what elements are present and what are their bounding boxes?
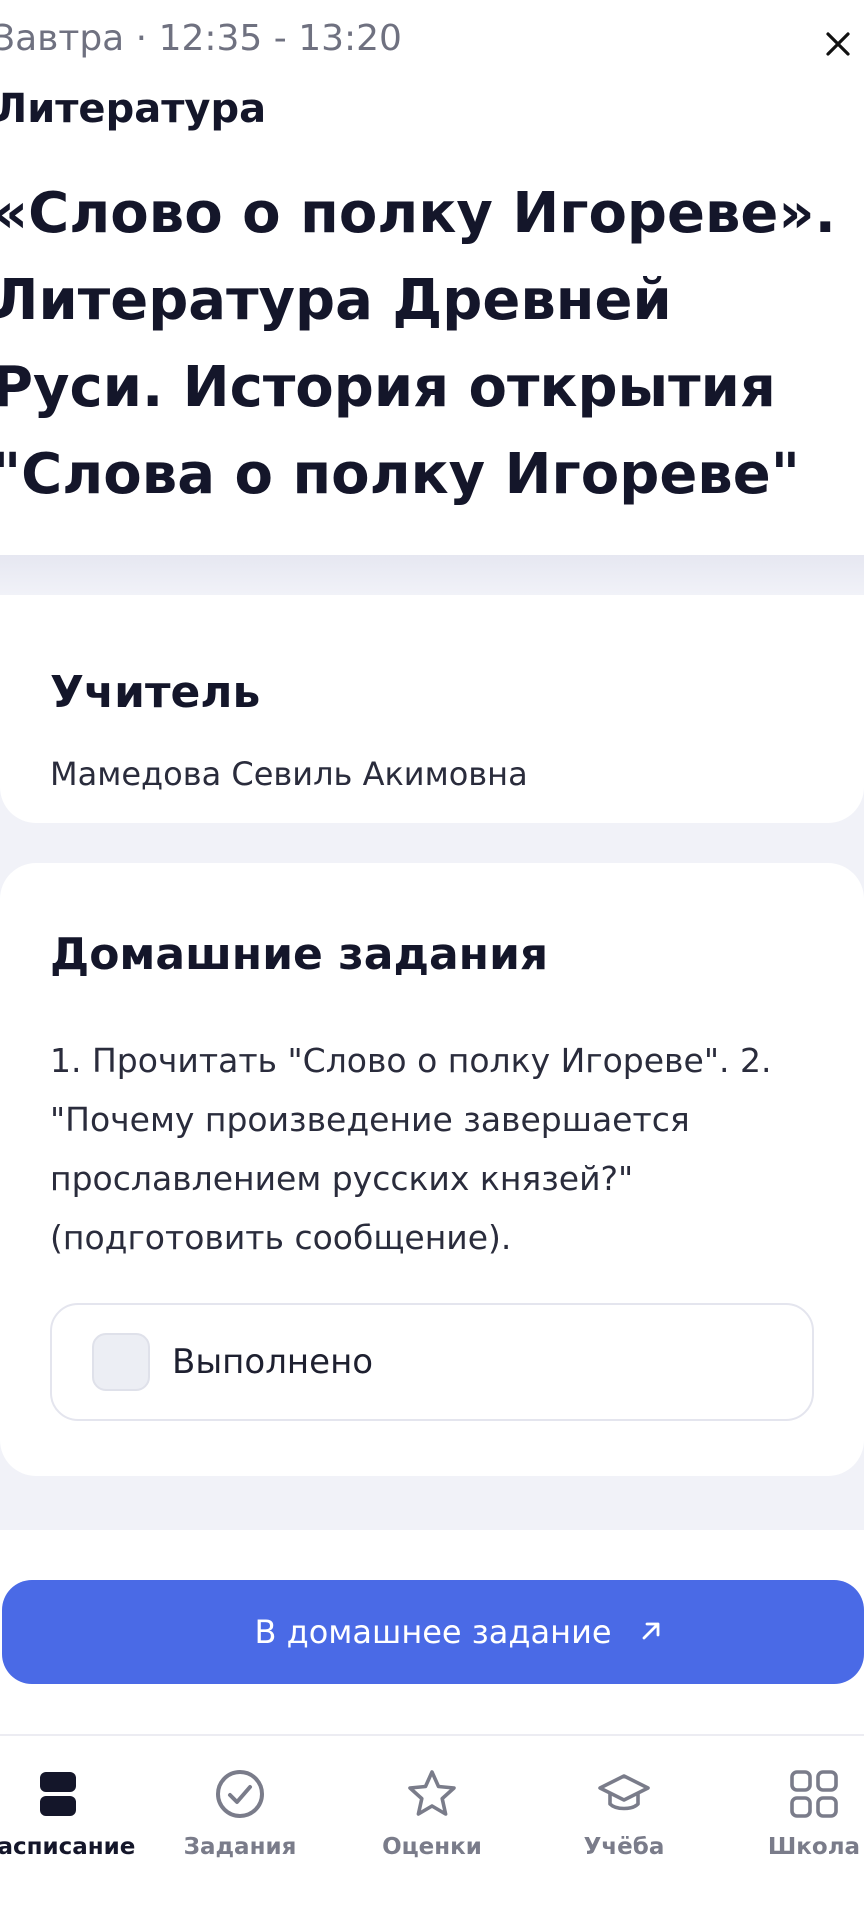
grid-icon [790, 1770, 838, 1818]
nav-label-tasks: Задания [183, 1834, 297, 1860]
done-checkbox-row[interactable]: Выполнено [50, 1303, 814, 1421]
arrow-up-right-icon [642, 1622, 660, 1640]
nav-label-schedule: Расписание [0, 1834, 136, 1860]
nav-item-grades[interactable]: Оценки [362, 1766, 502, 1886]
bottom-navigation: Расписание Задания Оценки Учёба Школа [0, 1734, 864, 1920]
lesson-title: «Слово о полку Игореве». Литература Древ… [0, 181, 836, 507]
nav-label-school: Школа [767, 1834, 861, 1860]
close-button[interactable] [812, 18, 864, 70]
nav-label-study: Учёба [583, 1834, 665, 1860]
nav-item-schedule[interactable]: Расписание [0, 1766, 135, 1886]
homework-text: 1. Прочитать "Слово о полку Игореве". 2.… [50, 1041, 772, 1257]
teacher-name: Мамедова Севиль Акимовна [50, 755, 528, 793]
content-area: Учитель Мамедова Севиль Акимовна Домашни… [0, 555, 864, 1530]
nav-item-study[interactable]: Учёба [554, 1766, 694, 1886]
teacher-heading: Учитель [50, 667, 261, 718]
teacher-card: Учитель Мамедова Севиль Акимовна [0, 595, 864, 823]
done-label: Выполнено [172, 1342, 374, 1382]
nav-item-tasks[interactable]: Задания [170, 1766, 310, 1886]
nav-item-school[interactable]: Школа [744, 1766, 864, 1886]
nav-label-grades: Оценки [382, 1834, 482, 1860]
schedule-icon [40, 1772, 76, 1816]
done-checkbox[interactable] [92, 1333, 150, 1391]
lesson-header: Завтра · 12:35 - 13:20 Литература «Слово… [0, 0, 864, 555]
homework-card: Домашние задания 1. Прочитать "Слово о п… [0, 863, 864, 1476]
graduation-cap-icon [598, 1774, 650, 1811]
subject-name: Литература [0, 86, 267, 132]
homework-heading: Домашние задания [50, 929, 549, 980]
lesson-time: Завтра · 12:35 - 13:20 [0, 18, 402, 59]
go-to-homework-label: В домашнее задание [254, 1613, 612, 1651]
go-to-homework-button[interactable]: В домашнее задание [2, 1580, 864, 1684]
check-circle-icon [216, 1770, 264, 1818]
close-icon [826, 32, 850, 56]
star-icon [408, 1770, 456, 1816]
